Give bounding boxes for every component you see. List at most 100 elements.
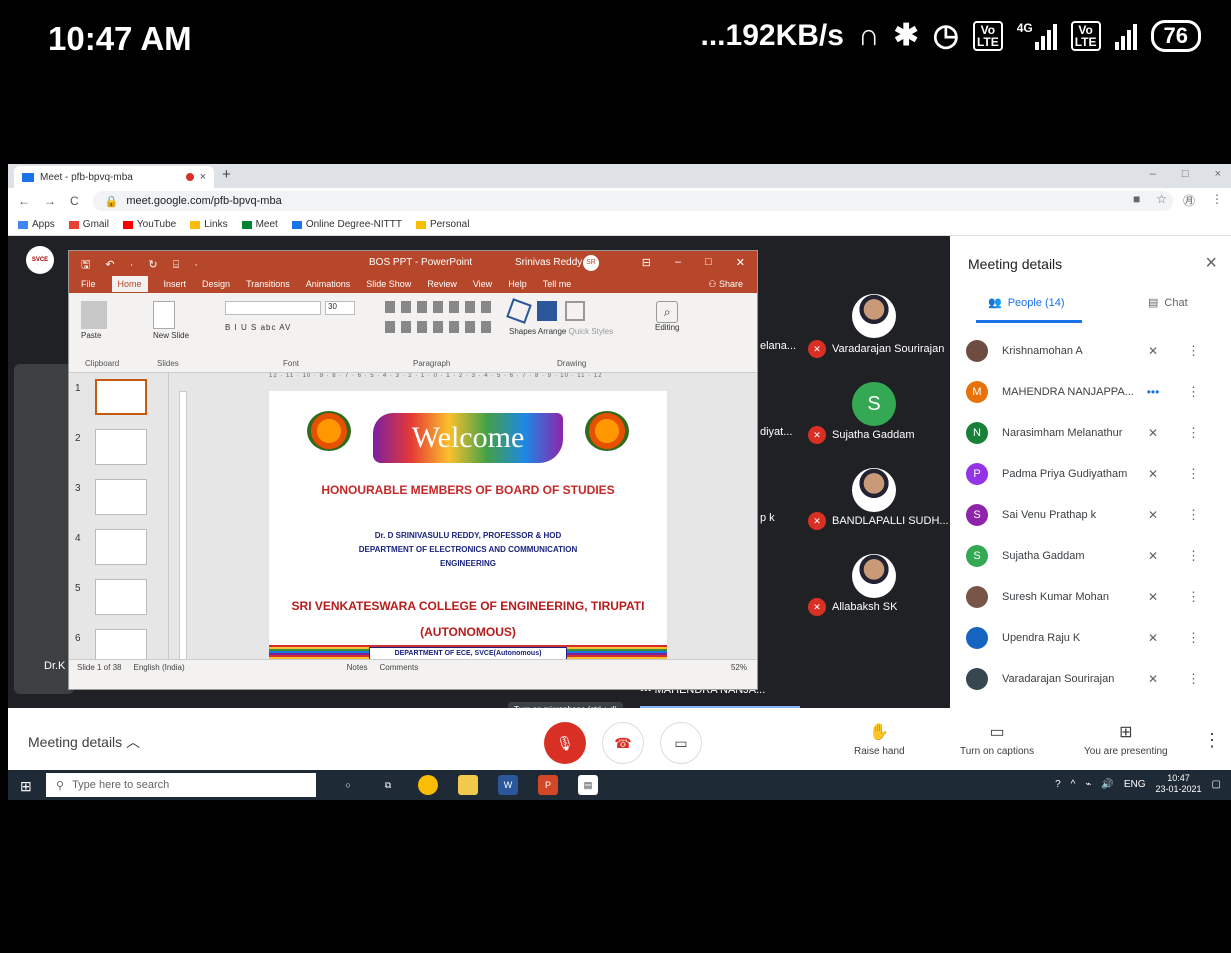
tab-chat[interactable]: ▤ Chat [1148, 296, 1188, 310]
minimize-button[interactable]: – [675, 256, 681, 269]
more-options-icon[interactable]: ⋮ [1170, 466, 1200, 482]
participant-row[interactable]: P Padma Priya Gudiyatham ✕ ⋮ [966, 459, 1216, 489]
close-button[interactable]: ✕ [736, 256, 745, 269]
cortana-icon[interactable]: ○ [338, 775, 358, 795]
notepad-icon[interactable]: ▤ [578, 775, 598, 795]
slide-thumbnail[interactable] [95, 529, 147, 565]
close-icon[interactable]: × [1205, 252, 1217, 275]
font-size-select[interactable]: 30 [325, 301, 355, 315]
participant-row[interactable]: S Sujatha Gaddam ✕ ⋮ [966, 541, 1216, 571]
more-options-icon[interactable]: ⋮ [1170, 630, 1200, 646]
volume-icon[interactable]: 🔊 [1101, 779, 1113, 790]
share-button[interactable]: ⚇ Share [708, 279, 743, 290]
profile-icon[interactable]: ㊊ [1183, 192, 1195, 209]
captions-button[interactable]: ▭ Turn on captions [960, 722, 1034, 757]
more-options-icon[interactable]: ⋮ [1170, 384, 1200, 400]
participant-row[interactable]: Suresh Kumar Mohan ✕ ⋮ [966, 582, 1216, 612]
lang-indicator[interactable]: ENG [1124, 779, 1146, 790]
slide-thumbnail[interactable] [95, 379, 147, 415]
zoom-level[interactable]: 52% [731, 663, 747, 672]
ribbon-tab-file[interactable]: File [81, 279, 96, 289]
ribbon-tab-review[interactable]: Review [427, 279, 457, 289]
more-options-icon[interactable]: ⋮ [1170, 343, 1200, 359]
font-family-select[interactable] [225, 301, 321, 315]
more-options-icon[interactable]: ⋮ [1203, 730, 1221, 751]
format-buttons[interactable]: B I U S abc AV [225, 323, 355, 332]
ribbon-tab-slide-show[interactable]: Slide Show [366, 279, 411, 289]
slide-thumbnail[interactable] [95, 579, 147, 615]
participant-row[interactable]: Upendra Raju K ✕ ⋮ [966, 623, 1216, 653]
windows-start-icon[interactable]: ⊞ [20, 778, 32, 795]
bookmark-item[interactable]: Links [190, 219, 228, 230]
maximize-button[interactable]: □ [705, 256, 712, 269]
tab-people[interactable]: 👥 People (14) [988, 296, 1065, 310]
maximize-button[interactable]: □ [1182, 168, 1189, 180]
bookmark-item[interactable]: Personal [415, 219, 469, 230]
comments-button[interactable]: Comments [380, 663, 419, 672]
participant-row[interactable]: Varadarajan Sourirajan ✕ ⋮ [966, 664, 1216, 694]
present-button[interactable]: ⊞ You are presenting [1084, 722, 1168, 757]
notification-icon[interactable]: ▢ [1212, 779, 1221, 790]
back-button[interactable]: ← [18, 194, 30, 208]
font-controls[interactable]: 30 B I U S abc AV [225, 301, 355, 332]
menu-icon[interactable]: ⋮ [1211, 192, 1223, 209]
avatar[interactable]: SR [583, 255, 599, 271]
close-window-button[interactable]: × [1215, 168, 1221, 180]
paste-button[interactable]: Paste [81, 301, 107, 340]
ribbon-tab-insert[interactable]: Insert [164, 279, 187, 289]
notes-button[interactable]: Notes [347, 663, 368, 672]
more-options-icon[interactable]: ⋮ [1170, 425, 1200, 441]
powerpoint-icon[interactable]: P [538, 775, 558, 795]
minimize-button[interactable]: – [1150, 168, 1156, 180]
url-input[interactable]: 🔒 meet.google.com/pfb-bpvq-mba [92, 191, 1173, 211]
participant-row[interactable]: N Narasimham Melanathur ✕ ⋮ [966, 418, 1216, 448]
participant-row[interactable]: S Sai Venu Prathap k ✕ ⋮ [966, 500, 1216, 530]
browser-tab[interactable]: Meet - pfb-bpvq-mba × [14, 166, 214, 188]
ribbon-tab-design[interactable]: Design [202, 279, 230, 289]
chevron-up-icon[interactable]: ^ [1071, 779, 1076, 790]
raise-hand-button[interactable]: ✋ Raise hand [854, 722, 905, 757]
more-options-icon[interactable]: ⋮ [1170, 589, 1200, 605]
meeting-details-button[interactable]: Meeting details ︿ [28, 732, 140, 752]
tab-close-icon[interactable]: × [200, 171, 206, 183]
mic-toggle-button[interactable]: 🎙 [544, 722, 586, 764]
slide-thumbnail[interactable] [95, 479, 147, 515]
slide-thumbnail[interactable] [95, 429, 147, 465]
leave-call-button[interactable]: ☎ [602, 722, 644, 764]
chrome-icon[interactable] [418, 775, 438, 795]
ribbon-tab-home[interactable]: Home [111, 276, 148, 292]
reload-button[interactable]: C [70, 194, 79, 208]
ribbon-display-button[interactable]: ⊟ [642, 256, 651, 269]
camera-toggle-button[interactable]: ▭ [660, 722, 702, 764]
task-view-icon[interactable]: ⧉ [378, 775, 398, 795]
paragraph-controls[interactable] [385, 301, 495, 333]
bookmark-item[interactable]: Gmail [68, 219, 109, 230]
forward-button[interactable]: → [44, 194, 56, 208]
new-slide-button[interactable]: New Slide [153, 301, 189, 340]
ribbon-tab-view[interactable]: View [473, 279, 492, 289]
quick-access-toolbar[interactable]: 🖫 ↶ · ↻ ⌸ · [81, 256, 204, 275]
participant-row[interactable]: M MAHENDRA NANJAPPA... ••• ⋮ [966, 377, 1216, 407]
more-options-icon[interactable]: ⋮ [1170, 548, 1200, 564]
word-icon[interactable]: W [498, 775, 518, 795]
help-icon[interactable]: ? [1055, 779, 1061, 790]
bookmark-item[interactable]: Apps [18, 219, 55, 230]
ribbon-tab-tell-me[interactable]: Tell me [543, 279, 572, 289]
bookmark-item[interactable]: Meet [241, 219, 278, 230]
participant-row[interactable]: Krishnamohan A ✕ ⋮ [966, 336, 1216, 366]
slide-canvas[interactable]: Welcome HONOURABLE MEMBERS OF BOARD OF S… [269, 391, 667, 665]
editing-button[interactable]: ⌕ Editing [655, 301, 679, 332]
new-tab-button[interactable]: + [222, 166, 231, 183]
taskbar-clock[interactable]: 10:47 23-01-2021 [1156, 773, 1202, 795]
bookmark-item[interactable]: Online Degree-NITTT [291, 219, 402, 230]
shapes-button[interactable]: Shapes Arrange Quick Styles [506, 298, 613, 336]
file-explorer-icon[interactable] [458, 775, 478, 795]
more-options-icon[interactable]: ⋮ [1170, 671, 1200, 687]
taskbar-search-input[interactable]: ⚲ Type here to search [46, 773, 316, 797]
ribbon-tab-animations[interactable]: Animations [306, 279, 351, 289]
more-options-icon[interactable]: ⋮ [1170, 507, 1200, 523]
star-icon[interactable]: ☆ [1156, 192, 1167, 209]
ribbon-tab-help[interactable]: Help [508, 279, 527, 289]
network-icon[interactable]: ⌁ [1085, 779, 1091, 790]
ribbon-tab-transitions[interactable]: Transitions [246, 279, 290, 289]
